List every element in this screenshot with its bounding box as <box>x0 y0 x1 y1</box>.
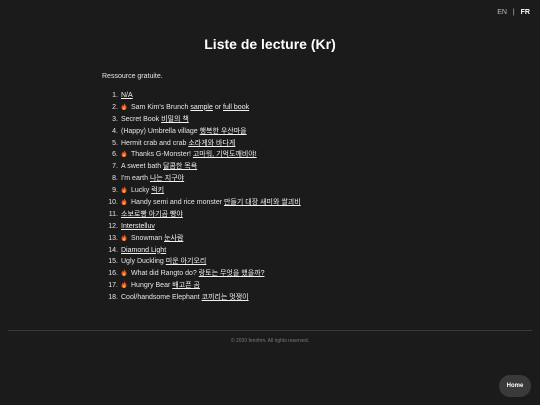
list-item-number: 3. <box>112 115 118 123</box>
book-title-text: Handy semi and rice monster <box>131 199 224 207</box>
book-title-text: Lucky <box>131 187 152 195</box>
list-item-number: 7. <box>112 163 118 171</box>
fire-icon <box>121 281 127 289</box>
book-title-text: A sweet bath <box>121 163 164 171</box>
copyright-text: © 2020 fenrihm. All rights reserved. <box>230 338 310 344</box>
book-title-text: Hermit crab and crab <box>121 139 189 147</box>
book-title-text: I'm earth <box>121 175 150 183</box>
list-item: 15. Ugly Duckling 미운 아기오리 <box>102 256 301 268</box>
list-item-number: 12. <box>108 222 118 230</box>
list-item: 6. Thanks G-Monster! 고마워, 기억도깨비야! <box>102 149 301 161</box>
list-item-number: 13. <box>108 234 118 242</box>
list-item: 13. Snowman 눈사람 <box>102 233 301 245</box>
list-item: 8. I'm earth 나는 지구야 <box>102 173 301 185</box>
list-item-number: 4. <box>112 127 118 135</box>
home-button[interactable]: Home <box>499 375 531 397</box>
book-title-text: What did Rangto do? <box>131 270 199 278</box>
book-link[interactable]: Interstelluv <box>121 223 155 230</box>
book-link[interactable]: 눈사람 <box>164 235 183 242</box>
book-link[interactable]: 랑토는 무엇을 했을까? <box>199 270 265 277</box>
fire-icon <box>121 150 127 158</box>
list-item-number: 2. <box>112 103 118 111</box>
list-item-number: 9. <box>112 187 118 195</box>
lang-en-link[interactable]: EN <box>497 9 507 16</box>
book-link[interactable]: 고마워, 기억도깨비야! <box>193 151 257 158</box>
book-title-text: Hungry Bear <box>131 282 173 290</box>
lang-separator: | <box>512 9 515 16</box>
book-title-text: Snowman <box>131 234 165 242</box>
list-item-number: 10. <box>108 199 118 207</box>
book-title-text: Ugly Duckling <box>121 258 166 266</box>
book-link[interactable]: 배고픈 곰 <box>172 282 200 289</box>
list-item-number: 5. <box>112 139 118 147</box>
list-item-number: 18. <box>108 294 118 302</box>
fire-icon <box>121 186 127 194</box>
book-link[interactable]: 행복한 우산마을 <box>200 128 247 135</box>
book-link[interactable]: 럭키 <box>151 187 164 194</box>
list-item: 12. Interstelluv <box>102 221 301 233</box>
book-link[interactable]: 소보로빵 아기곰 빵야 <box>121 211 183 218</box>
page-title: Liste de lecture (Kr) <box>204 36 336 52</box>
list-item: 16. What did Rangto do? 랑토는 무엇을 했을까? <box>102 268 301 280</box>
page: EN | FR Liste de lecture (Kr) Ressource … <box>0 0 540 405</box>
list-item: 10. Handy semi and rice monster 만들기 대장 새미… <box>102 197 301 209</box>
book-link[interactable]: full book <box>223 104 249 111</box>
list-item: 2. Sam Kim's Brunch sample or full book <box>102 102 301 114</box>
list-item: 14. Diamond Light <box>102 245 301 257</box>
list-item: 11. 소보로빵 아기곰 빵야 <box>102 209 301 221</box>
list-item: 5. Hermit crab and crab 소라게와 바다게 <box>102 138 301 150</box>
fire-icon <box>121 233 127 241</box>
book-link[interactable]: 만들기 대장 새미와 쌀괴비 <box>224 199 301 206</box>
language-switcher: EN | FR <box>497 9 530 16</box>
list-item: 4. (Happy) Umbrella village 행복한 우산마을 <box>102 126 301 138</box>
book-link[interactable]: 달콤한 목욕 <box>163 163 197 170</box>
book-link[interactable]: 비밀의 책 <box>161 116 189 123</box>
list-item-number: 17. <box>108 282 118 290</box>
footer-divider <box>8 330 532 331</box>
fire-icon <box>121 102 127 110</box>
list-item: 1. N/A <box>102 90 301 102</box>
list-item-number: 15. <box>108 258 118 266</box>
book-link[interactable]: 코끼리는 멋쟁이 <box>202 294 249 301</box>
book-link[interactable]: 소라게와 바다게 <box>188 140 235 147</box>
list-item-number: 1. <box>112 92 118 99</box>
list-item: 7. A sweet bath 달콤한 목욕 <box>102 161 301 173</box>
book-title-text: Sam Kim's Brunch <box>131 103 191 111</box>
book-title-text: Cool/handsome Elephant <box>121 294 202 302</box>
book-link[interactable]: 나는 지구야 <box>150 175 184 182</box>
fire-icon <box>121 198 127 206</box>
lang-fr-link[interactable]: FR <box>521 9 530 16</box>
list-item-number: 8. <box>112 175 118 183</box>
book-title-text: (Happy) Umbrella village <box>121 127 200 135</box>
book-title-text: Secret Book <box>121 115 162 123</box>
list-item-number: 11. <box>108 210 118 218</box>
list-item: 9. Lucky 럭키 <box>102 185 301 197</box>
list-item: 17. Hungry Bear 배고픈 곰 <box>102 280 301 292</box>
book-link[interactable]: N/A <box>121 92 133 99</box>
intro-text: Ressource gratuite. <box>102 73 163 80</box>
list-item: 18. Cool/handsome Elephant 코끼리는 멋쟁이 <box>102 292 301 304</box>
book-title-text: or <box>212 103 224 111</box>
book-link[interactable]: Diamond Light <box>121 247 166 254</box>
book-link[interactable]: sample <box>190 104 213 111</box>
reading-list: 1. N/A 2. Sam Kim's Brunch sample or full b… <box>102 90 301 304</box>
fire-icon <box>121 269 127 277</box>
list-item-number: 6. <box>112 151 118 159</box>
list-item-number: 14. <box>108 246 118 254</box>
list-item: 3. Secret Book 비밀의 책 <box>102 114 301 126</box>
list-item-number: 16. <box>108 270 118 278</box>
book-title-text: Thanks G-Monster! <box>131 151 193 159</box>
book-link[interactable]: 미운 아기오리 <box>166 258 207 265</box>
